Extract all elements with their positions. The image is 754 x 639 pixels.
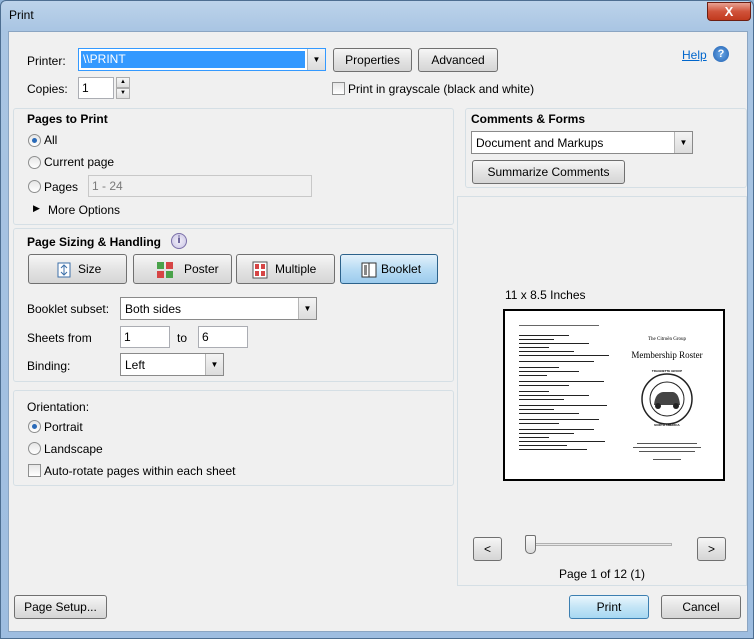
advanced-button[interactable]: Advanced xyxy=(418,48,498,72)
poster-icon xyxy=(157,262,173,278)
comments-forms-value: Document and Markups xyxy=(476,136,604,150)
autorotate-checkbox[interactable] xyxy=(28,464,41,477)
booklet-subset-value: Both sides xyxy=(125,302,182,316)
current-page-radio[interactable] xyxy=(28,156,41,169)
preview-roster-title: Membership Roster xyxy=(631,350,703,360)
expand-triangle-icon[interactable]: ▶ xyxy=(33,203,40,214)
landscape-label: Landscape xyxy=(44,442,103,456)
previous-page-button[interactable]: < xyxy=(473,537,502,561)
pages-range-label: Pages xyxy=(44,180,79,194)
preview-org-name: The Citroën Group xyxy=(647,337,687,342)
sheets-from-input[interactable]: 1 xyxy=(120,326,170,348)
dialog-client-area: Printer: \\PRINT ▼ Properties Advanced H… xyxy=(8,31,748,632)
copies-stepper[interactable]: ▲ ▼ xyxy=(116,77,130,99)
copies-label: Copies: xyxy=(27,82,68,96)
pages-to-print-title: Pages to Print xyxy=(27,112,108,126)
size-icon xyxy=(57,262,71,278)
paper-size-label: 11 x 8.5 Inches xyxy=(505,288,586,302)
landscape-radio[interactable] xyxy=(28,442,41,455)
size-toggle-label: Size xyxy=(78,262,102,276)
current-page-label: Current page xyxy=(44,155,115,169)
chevron-down-icon[interactable]: ▼ xyxy=(205,354,223,375)
chevron-down-icon[interactable]: ▼ xyxy=(298,298,316,319)
window-title: Print xyxy=(9,8,34,22)
cancel-button[interactable]: Cancel xyxy=(661,595,741,619)
info-icon[interactable]: i xyxy=(171,233,187,249)
all-pages-label: All xyxy=(44,133,58,147)
printer-select-value: \\PRINT xyxy=(81,51,305,68)
copies-input[interactable]: 1 xyxy=(78,77,114,99)
comments-forms-select[interactable]: Document and Markups ▼ xyxy=(471,131,693,154)
pages-range-input[interactable]: 1 - 24 xyxy=(88,175,312,197)
multiple-toggle-button[interactable]: Multiple xyxy=(236,254,335,284)
printer-label: Printer: xyxy=(27,54,66,68)
print-button[interactable]: Print xyxy=(569,595,649,619)
multiple-icon xyxy=(252,261,268,279)
page-setup-button[interactable]: Page Setup... xyxy=(14,595,107,619)
pages-range-radio[interactable] xyxy=(28,180,41,193)
chevron-down-icon[interactable]: ▼ xyxy=(674,132,692,153)
properties-button[interactable]: Properties xyxy=(333,48,412,72)
comments-forms-title: Comments & Forms xyxy=(471,112,586,126)
spin-down-icon[interactable]: ▼ xyxy=(116,88,130,99)
close-button[interactable]: X xyxy=(707,2,751,21)
sheets-to-input[interactable]: 6 xyxy=(198,326,248,348)
grayscale-label: Print in grayscale (black and white) xyxy=(348,82,535,96)
preview-left-page xyxy=(519,325,609,455)
multiple-toggle-label: Multiple xyxy=(275,262,317,276)
title-bar[interactable]: Print X xyxy=(1,1,753,29)
preview-paper: The Citroën Group Membership Roster TRAG… xyxy=(503,309,725,481)
grayscale-checkbox[interactable] xyxy=(332,82,345,95)
portrait-radio[interactable] xyxy=(28,420,41,433)
page-slider-thumb[interactable] xyxy=(525,535,536,554)
page-count-label: Page 1 of 12 (1) xyxy=(559,567,646,581)
poster-toggle-label: Poster xyxy=(184,262,219,276)
booklet-icon xyxy=(361,262,377,278)
sheets-to-label: to xyxy=(177,331,188,345)
size-toggle-button[interactable]: Size xyxy=(28,254,127,284)
printer-select[interactable]: \\PRINT ▼ xyxy=(78,48,326,71)
summarize-comments-button[interactable]: Summarize Comments xyxy=(472,160,625,184)
spin-up-icon[interactable]: ▲ xyxy=(116,77,130,88)
next-page-button[interactable]: > xyxy=(697,537,726,561)
sheets-from-label: Sheets from xyxy=(27,331,92,345)
help-icon[interactable]: ? xyxy=(713,46,729,62)
booklet-subset-label: Booklet subset: xyxy=(27,302,110,316)
help-link[interactable]: Help xyxy=(682,48,707,62)
binding-label: Binding: xyxy=(27,359,71,373)
booklet-subset-select[interactable]: Both sides ▼ xyxy=(120,297,317,320)
all-pages-radio[interactable] xyxy=(28,134,41,147)
print-dialog-window: Print X Printer: \\PRINT ▼ Properties Ad… xyxy=(0,0,754,639)
portrait-label: Portrait xyxy=(44,420,83,434)
booklet-toggle-button[interactable]: Booklet xyxy=(340,254,438,284)
preview-right-page: The Citroën Group Membership Roster TRAG… xyxy=(617,325,717,465)
page-sizing-title: Page Sizing & Handling xyxy=(27,235,162,249)
seal-top-text: TRAGNETTE GROUP xyxy=(651,369,683,373)
chevron-down-icon[interactable]: ▼ xyxy=(307,49,325,70)
seal-bottom-text: NORTH AMERICA xyxy=(654,423,680,427)
more-options-toggle[interactable]: More Options xyxy=(48,203,120,217)
poster-toggle-button[interactable]: Poster xyxy=(133,254,232,284)
binding-value: Left xyxy=(125,358,146,372)
orientation-title: Orientation: xyxy=(27,400,90,414)
booklet-toggle-label: Booklet xyxy=(381,262,422,276)
binding-select[interactable]: Left ▼ xyxy=(120,353,224,376)
page-slider-track[interactable] xyxy=(532,543,672,546)
autorotate-label: Auto-rotate pages within each sheet xyxy=(44,464,236,478)
